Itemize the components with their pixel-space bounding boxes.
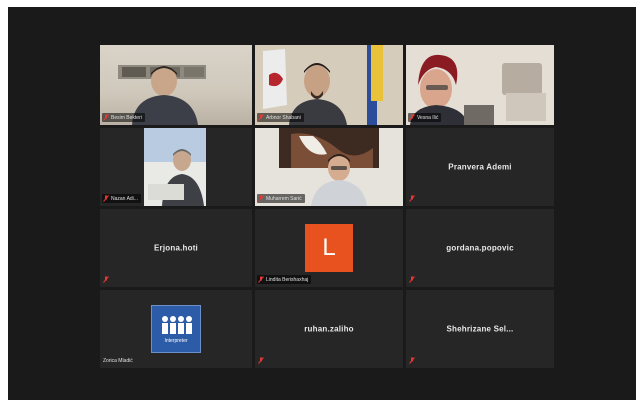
participant-nameplate xyxy=(257,356,267,365)
participant-nameplate: Muharrem Sarić xyxy=(257,194,305,203)
participant-nameplate: Zorica Mladić xyxy=(102,357,136,365)
participant-display-name: ruhan.zaliho xyxy=(304,324,354,334)
mic-muted-icon xyxy=(103,276,109,283)
participant-tile[interactable]: ruhan.zaliho xyxy=(255,290,403,368)
participant-name: Lindita Berishaxhaj xyxy=(266,276,309,283)
participant-nameplate: Vesna Ilić xyxy=(408,113,442,122)
mic-muted-icon xyxy=(103,195,109,202)
participant-tile[interactable]: gordana.popovic xyxy=(406,209,554,287)
participant-tile[interactable]: L Lindita Berishaxhaj xyxy=(255,209,403,287)
mic-muted-icon xyxy=(258,195,264,202)
mic-muted-icon xyxy=(258,276,264,283)
participant-name: Besim Bekteri xyxy=(111,114,142,121)
mic-muted-icon xyxy=(409,357,415,364)
participant-tile[interactable]: Interpreter Zorica Mladić xyxy=(100,290,252,368)
participant-nameplate xyxy=(102,275,112,284)
participant-name: Vesna Ilić xyxy=(417,114,439,121)
participant-tile[interactable]: Shehrizane Sel... xyxy=(406,290,554,368)
people-icon xyxy=(162,316,192,334)
mic-muted-icon xyxy=(409,114,415,121)
participant-name: Muharrem Sarić xyxy=(266,195,302,202)
mic-muted-icon xyxy=(103,114,109,121)
mic-muted-icon xyxy=(409,195,415,202)
participant-tile[interactable]: Pranvera Ademi xyxy=(406,128,554,206)
mic-muted-icon xyxy=(409,276,415,283)
participant-tile[interactable]: Vesna Ilić xyxy=(406,45,554,125)
participant-avatar: L xyxy=(305,224,353,272)
participant-display-name: gordana.popovic xyxy=(446,243,514,253)
meeting-window: Besim Bekteri Arbnor Shabani Vesna Ilić … xyxy=(8,7,636,400)
participant-tile[interactable]: Nazan Adi... xyxy=(100,128,252,206)
participant-nameplate: Arbnor Shabani xyxy=(257,113,304,122)
logo-label: Interpreter xyxy=(164,338,188,344)
participant-display-name: Pranvera Ademi xyxy=(448,162,512,172)
organization-logo: Interpreter xyxy=(151,305,201,353)
participant-display-name: Shehrizane Sel... xyxy=(446,324,514,334)
participant-nameplate xyxy=(408,194,418,203)
participant-nameplate: Lindita Berishaxhaj xyxy=(257,275,312,284)
participant-tile[interactable]: Besim Bekteri xyxy=(100,45,252,125)
participant-nameplate xyxy=(408,356,418,365)
participant-nameplate: Besim Bekteri xyxy=(102,113,145,122)
participant-display-name: Erjona.hoti xyxy=(154,243,198,253)
participant-tile[interactable]: Arbnor Shabani xyxy=(255,45,403,125)
participant-nameplate xyxy=(408,275,418,284)
participant-name: Zorica Mladić xyxy=(103,358,133,364)
mic-muted-icon xyxy=(258,114,264,121)
participant-name: Arbnor Shabani xyxy=(266,114,301,121)
mic-muted-icon xyxy=(258,357,264,364)
participant-nameplate: Nazan Adi... xyxy=(102,194,141,203)
participant-tile[interactable]: Muharrem Sarić xyxy=(255,128,403,206)
gallery-view: Besim Bekteri Arbnor Shabani Vesna Ilić … xyxy=(100,45,554,368)
participant-tile[interactable]: Erjona.hoti xyxy=(100,209,252,287)
participant-name: Nazan Adi... xyxy=(111,195,138,202)
